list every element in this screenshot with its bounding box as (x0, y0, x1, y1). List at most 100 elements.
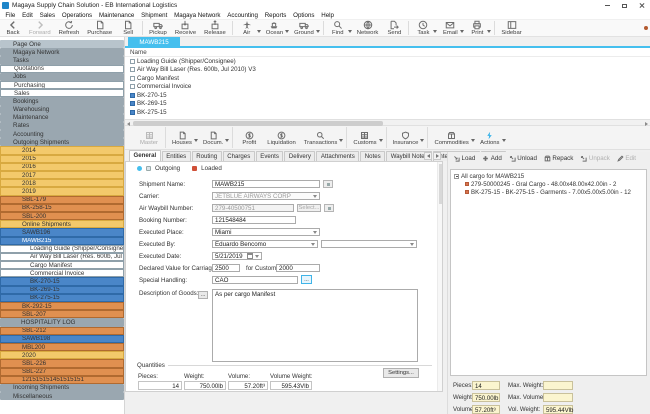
volume-value[interactable]: 57.20ft³ (472, 405, 500, 414)
description-browse-button[interactable]: ... (198, 291, 208, 299)
sidebar-item[interactable]: Page One (0, 40, 124, 48)
pieces-value[interactable]: 14 (138, 381, 182, 390)
sidebar-item[interactable]: Outgoing Shipments (0, 138, 124, 146)
toolbar-button[interactable]: Liquidation (263, 128, 300, 147)
toolbar-button[interactable]: Customs (349, 128, 380, 147)
list-column-header-name[interactable]: Name (125, 48, 650, 57)
sidebar-item[interactable]: 2018 (0, 179, 124, 187)
sidebar-item[interactable]: 2014 (0, 146, 124, 154)
list-item[interactable]: Cargo Manifest (125, 74, 650, 83)
toolbar-button[interactable]: Send (382, 19, 406, 38)
toolbar-button[interactable]: Sell (116, 19, 140, 38)
sidebar-item[interactable]: Rates (0, 122, 124, 130)
tab-notes[interactable]: Notes (360, 151, 385, 161)
toolbar-button[interactable]: Print (465, 19, 489, 38)
toolbar-button[interactable]: Ocean (262, 19, 287, 38)
cargo-tree-item[interactable]: BK-275-15 - BK-275-15 - Garments - 7.00x… (454, 188, 646, 196)
toolbar-button[interactable]: Find (326, 19, 350, 38)
sidebar-item[interactable]: Jobs (0, 73, 124, 81)
sidebar-item[interactable]: Loading Guide (Shipper/Consignee) (0, 245, 124, 253)
chevron-down-icon[interactable] (348, 30, 352, 33)
sidebar-item[interactable]: Commercial Invoice (0, 269, 124, 277)
special-handling-input[interactable] (212, 276, 298, 284)
cargo-toolbar-button[interactable]: Unload (509, 155, 537, 162)
chevron-down-icon[interactable] (194, 139, 198, 142)
toolbar-button[interactable]: Sidebar (497, 19, 525, 38)
toolbar-button[interactable]: Network (353, 19, 383, 38)
sidebar-item[interactable]: SBL-226 (0, 359, 124, 367)
weight-value[interactable]: 750.00lb (184, 381, 226, 390)
sidebar-item[interactable]: Cargo Manifest (0, 261, 124, 269)
chevron-down-icon[interactable] (420, 139, 424, 142)
chevron-down-icon[interactable] (285, 30, 289, 33)
settings-button[interactable]: Settings... (383, 368, 419, 378)
close-button[interactable] (633, 0, 650, 11)
toolbar-button[interactable]: Task (411, 19, 435, 38)
shipment-name-extra-button[interactable] (323, 180, 333, 188)
weight-value[interactable]: 750.00lb (472, 393, 500, 402)
toolbar-button[interactable]: Refresh (55, 19, 84, 38)
chevron-down-icon[interactable] (225, 139, 229, 142)
carrier-select[interactable]: JETBLUE AIRWAYS CORP (212, 192, 320, 200)
list-item[interactable]: BK-275-15 (125, 108, 650, 117)
sidebar-item[interactable]: HOSPITALITY LOG (0, 318, 124, 326)
chevron-down-icon[interactable] (502, 139, 506, 142)
declared-value-customs-input[interactable] (276, 264, 320, 272)
sidebar-item[interactable]: Incoming Shipments (0, 384, 124, 392)
toolbar-button[interactable]: Email (438, 19, 462, 38)
sidebar-item[interactable]: MBL200 (0, 343, 124, 351)
air-waybill-select-button[interactable]: Select... (297, 204, 321, 212)
tab-delivery[interactable]: Delivery (284, 151, 315, 161)
air-waybill-number-input[interactable] (212, 204, 294, 212)
sidebar-item[interactable]: SBL-207 (0, 310, 124, 318)
toolbar-button[interactable]: Purchase (83, 19, 116, 38)
cargo-toolbar-button[interactable]: Unpack (580, 155, 609, 162)
minimize-button[interactable] (599, 0, 616, 11)
tab-routing[interactable]: Routing (192, 151, 222, 161)
sidebar-item[interactable]: 2019 (0, 187, 124, 195)
tab-events[interactable]: Events (256, 151, 284, 161)
declared-value-carriage-input[interactable] (212, 264, 240, 272)
tab-attachments[interactable]: Attachments (316, 151, 359, 161)
cargo-tree-root[interactable]: All cargo for MAWB215 (454, 172, 646, 180)
sidebar-item[interactable]: Miscellaneous (0, 392, 124, 400)
sidebar-item[interactable]: Bookings (0, 97, 124, 105)
tab-scroll-right-button[interactable] (433, 152, 441, 160)
cargo-toolbar-button[interactable]: Edit (617, 155, 636, 162)
sidebar-item[interactable]: Quotations (0, 65, 124, 73)
executed-by-select[interactable]: Eduardo Bencomo (212, 240, 318, 248)
sidebar-item[interactable]: SAWB198 (0, 335, 124, 343)
list-item[interactable]: Loading Guide (Shipper/Consignee) (125, 57, 650, 66)
list-item[interactable]: BK-269-15 (125, 100, 650, 109)
chevron-down-icon[interactable] (471, 139, 475, 142)
toolbar-button[interactable]: Air (235, 19, 259, 38)
toolbar-button[interactable]: Ground (290, 19, 318, 38)
toolbar-button[interactable]: Master (135, 128, 163, 147)
form-vertical-scrollbar[interactable] (437, 162, 442, 391)
sidebar-item[interactable]: Online Shipments (0, 220, 124, 228)
sidebar-item[interactable]: Magaya Network (0, 48, 124, 56)
max-volume-value[interactable] (543, 393, 573, 402)
maximize-button[interactable] (616, 0, 633, 11)
booking-number-input[interactable] (212, 216, 296, 224)
sidebar-item[interactable]: 2016 (0, 163, 124, 171)
vol-weight-value[interactable]: 595.44Vlb (543, 405, 573, 414)
sidebar-item[interactable]: Warehousing (0, 106, 124, 114)
sidebar-item[interactable]: Air Way Bill Laser (Res. 600b, Jul 2010)… (0, 253, 124, 261)
scrollbar-thumb[interactable] (439, 164, 442, 204)
sidebar-item[interactable]: Maintenance (0, 114, 124, 122)
collapse-icon[interactable] (454, 174, 459, 179)
scroll-left-icon[interactable] (127, 122, 130, 126)
toolbar-button[interactable]: Release (200, 19, 230, 38)
list-item[interactable]: Air Way Bill Laser (Res. 600b, Jul 2010)… (125, 66, 650, 75)
chevron-down-icon[interactable] (487, 30, 491, 33)
list-item[interactable]: BK-270-15 (125, 91, 650, 100)
air-waybill-extra-button[interactable] (324, 204, 334, 212)
toolbar-button[interactable]: Forward (25, 19, 55, 38)
tab-general[interactable]: General (129, 150, 161, 161)
sidebar-item[interactable]: SAWB196 (0, 228, 124, 236)
sidebar-item[interactable]: Sales (0, 89, 124, 97)
sidebar-item[interactable]: MAWB215 (0, 237, 124, 245)
executed-place-select[interactable]: Miami (212, 228, 320, 236)
chevron-down-icon[interactable] (460, 30, 464, 33)
